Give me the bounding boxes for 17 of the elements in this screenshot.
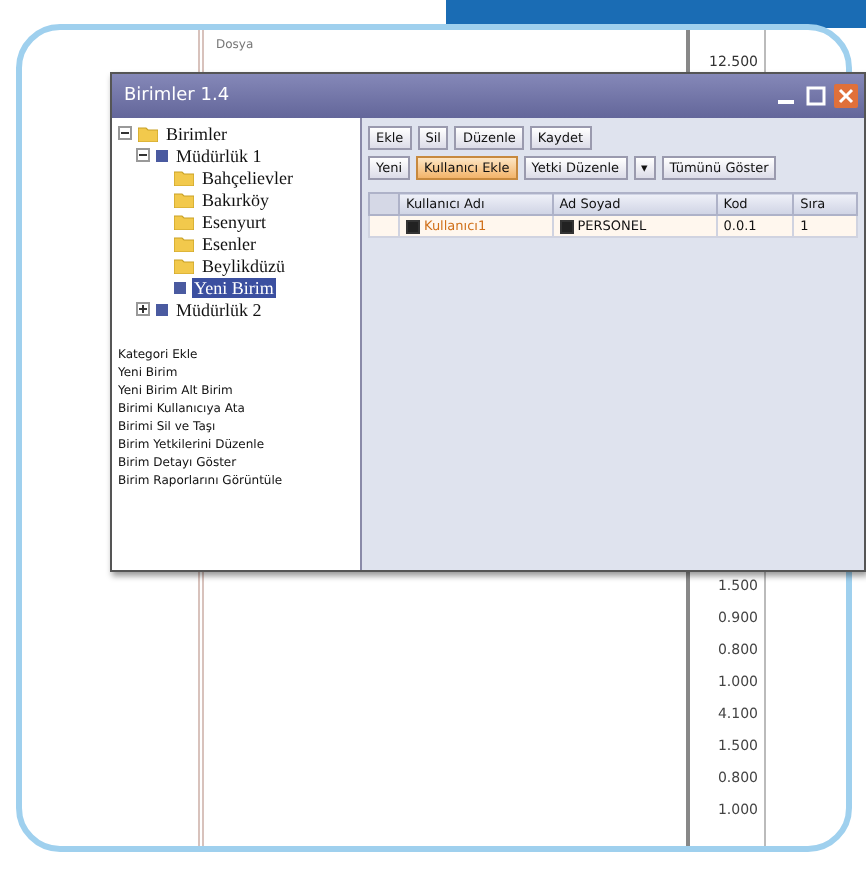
tree-item[interactable]: Beylikdüzü [200,255,287,275]
collapse-icon[interactable] [136,148,150,162]
tree-item[interactable]: Birimler [164,123,229,143]
tree-item[interactable]: Bahçelievler [200,167,295,187]
collapse-icon[interactable] [118,126,132,140]
unit-icon [156,149,168,161]
tree-item[interactable]: Esenler [200,233,258,253]
tree-item[interactable]: Yeni Birim [192,277,276,297]
folder-icon [138,125,158,141]
tree-item[interactable]: Bakırköy [200,189,271,209]
close-icon[interactable] [834,84,858,108]
expand-icon[interactable] [136,302,150,316]
tree-item[interactable]: Müdürlük 2 [174,299,264,319]
tree-item[interactable]: Esenyurt [200,211,268,231]
tree-item[interactable]: Müdürlük 1 [174,145,264,165]
maximize-icon[interactable] [804,84,828,108]
window-title: Birimler 1.4 [124,86,232,106]
